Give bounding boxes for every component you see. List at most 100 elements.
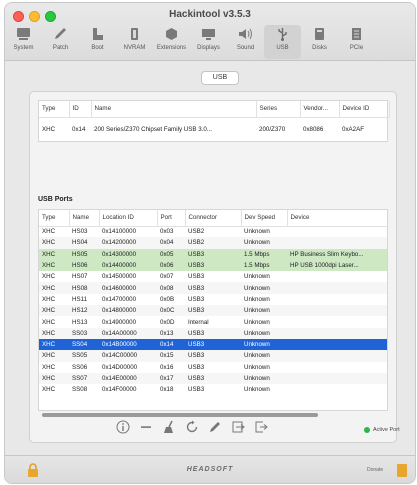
cell-dev-speed: Unknown	[244, 273, 270, 281]
pencil-icon	[52, 25, 70, 42]
toolbar-label: Disks	[312, 45, 327, 51]
cell-name: HS04	[69, 237, 99, 249]
toolbar-item-disks[interactable]: Disks	[301, 25, 338, 59]
cell-type: XHC	[42, 318, 56, 326]
controllers-table[interactable]: Type ID Name Series Vendor... Device ID …	[38, 100, 390, 142]
cell-port: 0x0D	[160, 318, 175, 326]
cell-device	[287, 294, 387, 305]
column-header-dev-speed[interactable]: Dev Speed	[241, 210, 288, 227]
cell-type: XHC	[39, 350, 69, 362]
cell-name: HS06	[69, 259, 99, 272]
usb-port-row[interactable]: XHC HS07 0x14500000 0x07 USB3 Unknown	[39, 271, 387, 282]
usb-port-row[interactable]: XHC SS07 0x14E00000 0x17 USB3 Unknown	[39, 372, 387, 385]
pcie-icon	[348, 25, 366, 42]
cell-location-id: 0x14E00000	[99, 372, 157, 385]
controller-row[interactable]: XHC 0x14 200 Series/Z370 Chipset Family …	[39, 117, 389, 141]
column-header-location-id[interactable]: Location ID	[99, 210, 158, 227]
toolbar-item-sound[interactable]: Sound	[227, 25, 264, 59]
cell-connector: USB3	[188, 295, 205, 303]
ports-body: XHC HS03 0x14100000 0x03 USB2 Unknown XHC HS04 0…	[39, 226, 387, 395]
toolbar-label: Boot	[91, 45, 104, 51]
export-icon[interactable]	[253, 419, 269, 435]
cell-location-id: 0x14900000	[102, 318, 137, 326]
column-header-name[interactable]: Name	[69, 210, 100, 227]
horizontal-scrollbar[interactable]	[38, 412, 388, 417]
cell-connector: USB3	[188, 386, 205, 394]
usb-port-row[interactable]: XHC HS04 0x14200000 0x04 USB2 Unknown	[39, 237, 387, 249]
usb-port-row[interactable]: XHC HS08 0x14600000 0x08 USB3 Unknown	[39, 282, 387, 294]
cell-type: XHC	[39, 282, 69, 294]
usb-port-row[interactable]: XHC HS05 0x14300000 0x05 USB3 1.5 Mbps HP Busi…	[39, 248, 387, 260]
cell-port: 0x0C	[157, 305, 185, 317]
usb-port-row[interactable]: XHC HS11 0x14700000 0x0B USB3 Unknown	[39, 294, 387, 305]
cell-connector: USB3	[188, 273, 205, 281]
chip-icon	[126, 25, 144, 42]
cell-name: HS05	[69, 248, 99, 260]
column-header-series[interactable]: Series	[256, 101, 301, 118]
toolbar-item-usb[interactable]: USB	[264, 25, 301, 59]
cell-dev-speed: Unknown	[244, 386, 270, 394]
cell-device	[287, 305, 387, 317]
usb-port-row[interactable]: XHC HS03 0x14100000 0x03 USB2 Unknown	[39, 226, 387, 237]
cell-device: HP USB 1000dpi Laser...	[287, 259, 387, 272]
cell-dev-speed: Unknown	[241, 305, 287, 317]
column-header-port[interactable]: Port	[157, 210, 186, 227]
toolbar-item-pcie[interactable]: PCIe	[338, 25, 375, 59]
column-header-connector[interactable]: Connector	[185, 210, 242, 227]
toolbar-item-boot[interactable]: Boot	[79, 25, 116, 59]
scrollbar-thumb[interactable]	[42, 413, 318, 417]
column-header-type[interactable]: Type	[39, 210, 70, 227]
cell-name: SS06	[72, 363, 88, 371]
cell-port: 0x15	[157, 350, 185, 362]
pencil-icon[interactable]	[207, 419, 223, 435]
usb-port-row[interactable]: XHC HS13 0x14900000 0x0D Internal Unknown	[39, 316, 387, 327]
cell-port: 0x07	[160, 273, 174, 281]
cell-port: 0x17	[157, 372, 185, 385]
usb-port-row[interactable]: XHC HS12 0x14800000 0x0C USB3 Unknown	[39, 305, 387, 317]
cell-connector: USB3	[185, 259, 241, 272]
usb-port-row[interactable]: XHC SS08 0x14F00000 0x18 USB3 Unknown	[39, 384, 387, 395]
cell-type: XHC	[42, 228, 56, 236]
cell-type: XHC	[39, 237, 69, 249]
cell-connector: USB3	[185, 305, 241, 317]
column-header-device[interactable]: Device	[287, 210, 387, 227]
refresh-icon[interactable]	[184, 419, 200, 435]
toolbar-item-system[interactable]: System	[5, 25, 42, 59]
import-icon[interactable]	[230, 419, 246, 435]
display-icon	[200, 25, 218, 42]
minus-icon[interactable]	[138, 419, 154, 435]
usb-port-row[interactable]: XHC SS06 0x14D00000 0x16 USB3 Unknown	[39, 362, 387, 373]
usb-port-row[interactable]: XHC SS05 0x14C00000 0x15 USB3 Unknown	[39, 350, 387, 362]
usb-port-row[interactable]: XHC SS04 0x14B00000 0x14 USB3 Unknown	[39, 338, 387, 351]
cell-type: XHC	[42, 273, 56, 281]
column-header-name[interactable]: Name	[91, 101, 257, 118]
extensions-icon	[163, 25, 181, 42]
cell-connector: USB3	[185, 248, 241, 260]
cell-dev-speed: Unknown	[241, 338, 287, 351]
toolbar-label: Displays	[197, 45, 220, 51]
toolbar-item-extensions[interactable]: Extensions	[153, 25, 190, 59]
broom-icon[interactable]	[161, 419, 177, 435]
donate-icon[interactable]	[397, 464, 407, 477]
cell-name: HS07	[72, 273, 88, 281]
toolbar-label: NVRAM	[123, 45, 146, 51]
column-header-type[interactable]: Type	[39, 101, 70, 118]
usb-ports-table[interactable]: Type Name Location ID Port Connector Dev…	[38, 209, 388, 411]
monitor-icon	[15, 25, 33, 42]
column-header-id[interactable]: ID	[69, 101, 92, 118]
info-icon[interactable]	[115, 419, 131, 435]
toolbar-item-nvram[interactable]: NVRAM	[116, 25, 153, 59]
cell-location-id: 0x14200000	[99, 237, 157, 249]
toolbar-label: Sound	[236, 45, 255, 51]
segment-usb[interactable]: USB	[201, 71, 239, 85]
cell-location-id: 0x14400000	[99, 259, 157, 272]
toolbar-item-displays[interactable]: Displays	[190, 25, 227, 59]
toolbar-label: System	[13, 45, 34, 51]
app-window: Hackintool v3.5.3 System Patch Boot NVRA…	[4, 2, 416, 484]
usb-port-row[interactable]: XHC HS06 0x14400000 0x06 USB3 1.5 Mbps HP USB …	[39, 259, 387, 272]
speaker-icon	[237, 25, 255, 42]
column-header-vendor[interactable]: Vendor...	[300, 101, 340, 118]
column-header-device-id[interactable]: Device ID	[339, 101, 390, 118]
toolbar-item-patch[interactable]: Patch	[42, 25, 79, 59]
usb-port-row[interactable]: XHC SS03 0x14A00000 0x13 USB3 Unknown	[39, 327, 387, 339]
